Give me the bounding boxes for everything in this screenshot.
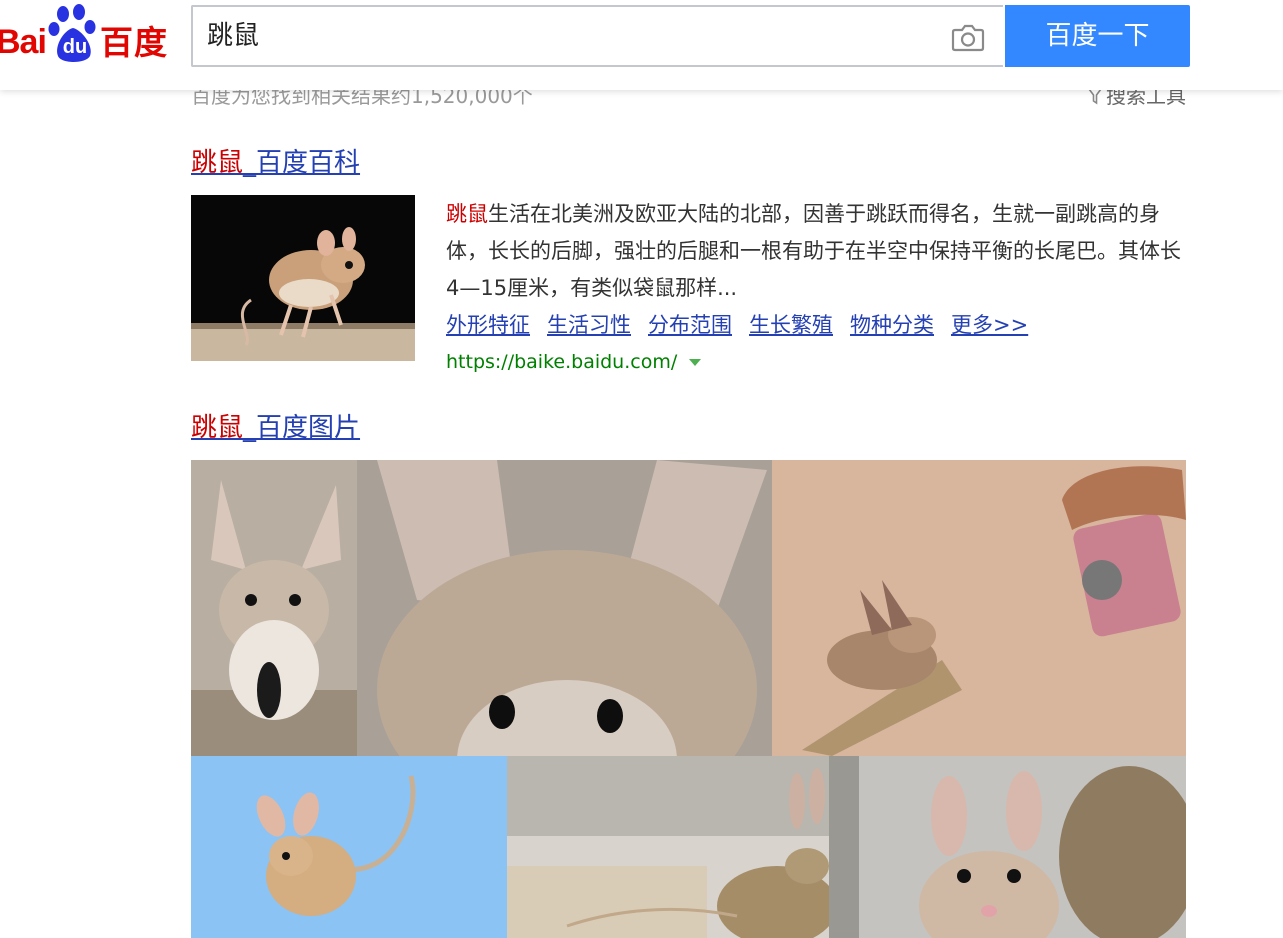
- result-abstract: 跳鼠生活在北美洲及欧亚大陆的北部，因善于跳跃而得名，生就一副跳高的身体，长长的后…: [446, 196, 1186, 307]
- result-url[interactable]: https://baike.baidu.com/: [446, 347, 702, 377]
- baike-thumbnail[interactable]: [191, 195, 415, 361]
- sublink-more[interactable]: 更多>>: [951, 308, 1028, 342]
- search-button[interactable]: 百度一下: [1005, 5, 1190, 67]
- sublink-habits[interactable]: 生活习性: [547, 308, 631, 342]
- sublink-distribution[interactable]: 分布范围: [648, 308, 732, 342]
- title-rest: _百度百科: [243, 148, 361, 178]
- camera-icon[interactable]: [951, 22, 985, 52]
- title-rest: _百度图片: [243, 413, 361, 443]
- search-input[interactable]: 跳鼠: [191, 5, 1003, 67]
- result-title-images[interactable]: 跳鼠_百度图片: [191, 411, 360, 445]
- image-result-6[interactable]: [829, 756, 1186, 938]
- title-keyword: 跳鼠: [191, 148, 244, 178]
- logo-chinese-text: 百度: [100, 23, 168, 62]
- sublink-appearance[interactable]: 外形特征: [446, 308, 530, 342]
- logo-du-text: du: [62, 36, 88, 58]
- baike-sublinks: 外形特征 生活习性 分布范围 生长繁殖 物种分类 更多>>: [446, 308, 1045, 342]
- header: Bai du 百度 跳鼠 百度一下: [0, 0, 1283, 90]
- image-result-5[interactable]: [507, 756, 829, 938]
- logo-bai-text: Bai: [0, 23, 47, 61]
- sublink-classification[interactable]: 物种分类: [850, 308, 934, 342]
- image-result-1[interactable]: [191, 460, 357, 756]
- sublink-reproduction[interactable]: 生长繁殖: [749, 308, 833, 342]
- image-result-4[interactable]: [191, 756, 507, 938]
- title-keyword: 跳鼠: [191, 413, 244, 443]
- result-title-baike[interactable]: 跳鼠_百度百科: [191, 146, 360, 180]
- image-result-3[interactable]: [772, 460, 1186, 756]
- abstract-keyword: 跳鼠: [446, 202, 488, 226]
- abstract-text: 生活在北美洲及欧亚大陆的北部，因善于跳跃而得名，生就一副跳高的身体，长长的后脚，…: [446, 202, 1181, 300]
- image-result-2[interactable]: [357, 460, 772, 756]
- dropdown-arrow-icon[interactable]: [689, 359, 702, 366]
- result-url-text: https://baike.baidu.com/: [446, 351, 678, 373]
- search-query-text: 跳鼠: [207, 21, 260, 51]
- baidu-logo[interactable]: Bai du 百度: [0, 2, 176, 66]
